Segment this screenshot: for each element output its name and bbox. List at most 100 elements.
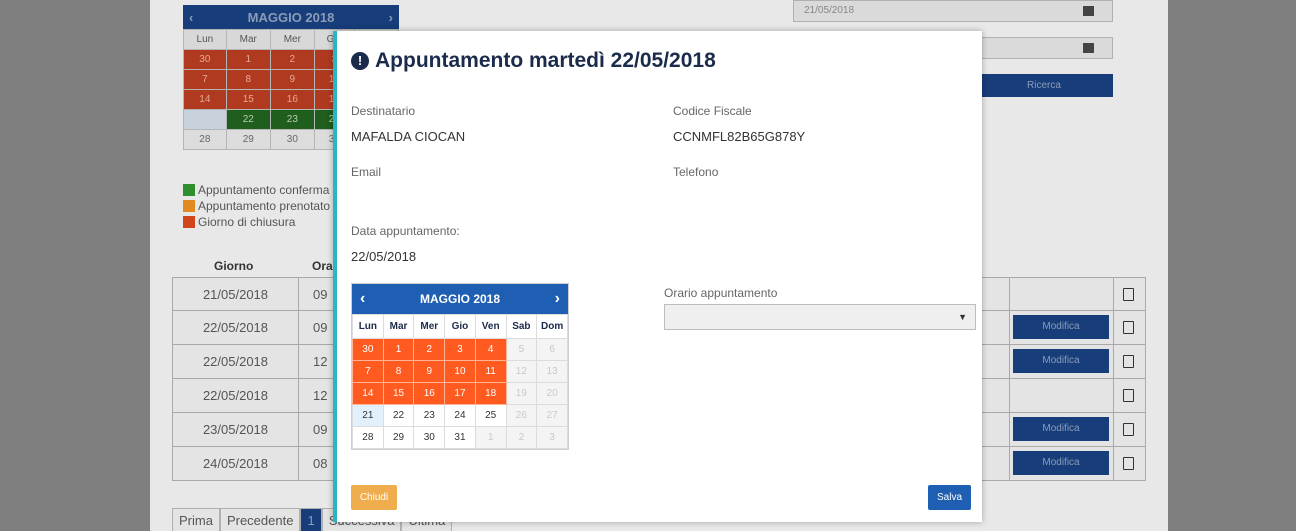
calendar-day[interactable]: 7 [183, 69, 227, 90]
calendar-day[interactable]: 8 [225, 69, 271, 90]
edit-button[interactable]: Modifica [1013, 417, 1109, 441]
pager-previous[interactable]: Precedente [219, 508, 301, 531]
weekday-header: Dom [536, 314, 568, 339]
calendar-icon[interactable] [1083, 6, 1094, 16]
fiscal-code-value: CCNMFL82B65G878Y [673, 129, 806, 144]
row-date: 23/05/2018 [173, 413, 299, 446]
calendar-day[interactable]: 2 [269, 49, 315, 70]
calendar-day[interactable]: 2 [413, 338, 446, 361]
recipient-value: MAFALDA CIOCAN [351, 129, 466, 144]
weekday-header: Lun [183, 29, 227, 50]
legend-item: Giorno di chiusura [183, 214, 330, 230]
recipient-label: Destinatario [351, 104, 416, 118]
calendar-day[interactable]: 28 [183, 129, 227, 150]
calendar-day[interactable]: 16 [269, 89, 315, 110]
column-header-day: Giorno [214, 259, 254, 273]
close-button[interactable]: Chiudi [351, 485, 397, 510]
pager-page-1[interactable]: 1 [300, 508, 322, 531]
calendar-day[interactable]: 15 [382, 382, 415, 405]
calendar-icon[interactable] [1083, 43, 1094, 53]
pdf-icon[interactable] [1123, 355, 1134, 368]
calendar-day[interactable]: 23 [269, 109, 315, 130]
calendar-day[interactable]: 4 [474, 338, 507, 361]
calendar-day: 6 [536, 338, 568, 361]
fiscal-code-label: Codice Fiscale [673, 104, 752, 118]
edit-button[interactable]: Modifica [1013, 451, 1109, 475]
pager-first[interactable]: Prima [172, 508, 220, 531]
calendar-day[interactable]: 30 [269, 129, 315, 150]
calendar-day[interactable]: 21 [352, 404, 384, 427]
calendar-day: 3 [536, 426, 568, 449]
calendar-day[interactable]: 30 [352, 338, 384, 361]
calendar-day[interactable]: 1 [225, 49, 271, 70]
calendar-day[interactable]: 7 [352, 360, 384, 383]
calendar-day[interactable]: 18 [474, 382, 507, 405]
calendar-day: 2 [505, 426, 538, 449]
calendar-day: 13 [536, 360, 568, 383]
time-label: Orario appuntamento [664, 286, 778, 300]
calendar-day[interactable]: 30 [183, 49, 227, 70]
appointment-modal: ! Appuntamento martedì 22/05/2018 Destin… [333, 31, 982, 522]
pdf-icon[interactable] [1123, 288, 1134, 301]
calendar-day: 5 [505, 338, 538, 361]
row-date: 22/05/2018 [173, 379, 299, 412]
row-time: 09 [313, 422, 328, 437]
calendar-day: 26 [505, 404, 538, 427]
calendar-day[interactable]: 23 [413, 404, 446, 427]
calendar-day[interactable]: 22 [382, 404, 415, 427]
calendar-day: 1 [474, 426, 507, 449]
calendar-day[interactable]: 14 [183, 89, 227, 110]
calendar-day[interactable]: 28 [352, 426, 384, 449]
weekday-header: Sab [505, 314, 538, 339]
calendar-day[interactable]: 14 [352, 382, 384, 405]
pdf-icon[interactable] [1123, 457, 1134, 470]
row-time: 12 [313, 354, 328, 369]
date-from-field[interactable]: 21/05/2018 [793, 0, 1113, 22]
calendar-day[interactable] [183, 109, 227, 130]
row-time: 12 [313, 388, 328, 403]
weekday-header: Mar [382, 314, 415, 339]
calendar-day[interactable]: 9 [269, 69, 315, 90]
calendar-day[interactable]: 3 [444, 338, 476, 361]
date-picker-month: MAGGIO 2018 [419, 292, 501, 306]
column-header-time: Ora [312, 259, 333, 273]
calendar-day[interactable]: 16 [413, 382, 446, 405]
row-time: 08 [313, 456, 328, 471]
email-label: Email [351, 165, 382, 179]
calendar-day[interactable]: 10 [444, 360, 476, 383]
calendar-day[interactable]: 30 [413, 426, 446, 449]
edit-button[interactable]: Modifica [1013, 315, 1109, 339]
time-select[interactable]: ▼ [664, 304, 976, 330]
calendar-day[interactable]: 17 [444, 382, 476, 405]
row-date: 22/05/2018 [173, 311, 299, 344]
search-button[interactable]: Ricerca [975, 74, 1113, 97]
calendar-day[interactable]: 29 [382, 426, 415, 449]
weekday-header: Mer [269, 29, 315, 50]
chevron-left-icon[interactable]: ‹ [360, 290, 365, 308]
calendar-day[interactable]: 22 [225, 109, 271, 130]
calendar-day: 20 [536, 382, 568, 405]
calendar-day[interactable]: 8 [382, 360, 415, 383]
calendar-day[interactable]: 25 [474, 404, 507, 427]
weekday-header: Lun [352, 314, 384, 339]
calendar-day[interactable]: 29 [225, 129, 271, 150]
prev-month-icon[interactable]: ‹ [189, 10, 193, 25]
legend: Appuntamento conferma Appuntamento preno… [183, 182, 330, 230]
row-time: 09 [313, 320, 328, 335]
chevron-right-icon[interactable]: › [555, 290, 560, 308]
save-button[interactable]: Salva [928, 485, 971, 510]
next-month-icon[interactable]: › [389, 10, 393, 25]
calendar-day[interactable]: 9 [413, 360, 446, 383]
calendar-day[interactable]: 31 [444, 426, 476, 449]
weekday-header: Mar [225, 29, 271, 50]
calendar-day: 12 [505, 360, 538, 383]
calendar-day[interactable]: 1 [382, 338, 415, 361]
calendar-day[interactable]: 11 [474, 360, 507, 383]
pdf-icon[interactable] [1123, 423, 1134, 436]
calendar-day[interactable]: 15 [225, 89, 271, 110]
calendar-day[interactable]: 24 [444, 404, 476, 427]
pdf-icon[interactable] [1123, 321, 1134, 334]
date-picker: ‹ MAGGIO 2018 › Lun Mar Mer Gio Ven Sab Dom 30… [351, 283, 569, 450]
pdf-icon[interactable] [1123, 389, 1134, 402]
edit-button[interactable]: Modifica [1013, 349, 1109, 373]
